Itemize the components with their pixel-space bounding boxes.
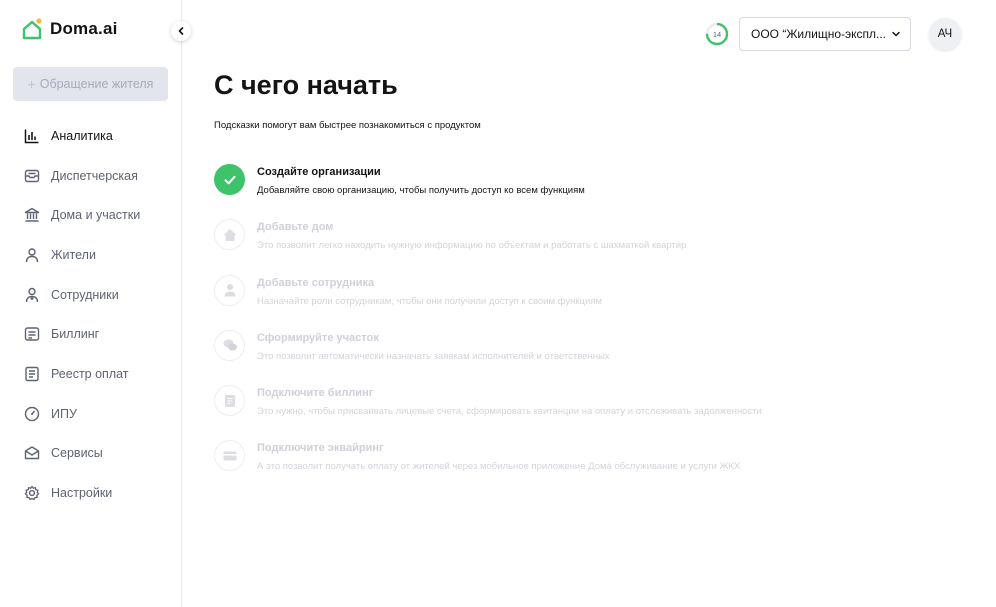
sidebar-item-label: Сервисы: [51, 446, 103, 461]
step-description: Это позволит легко находить нужную инфор…: [257, 240, 687, 252]
step-description: Назначайте роли сотрудникам, чтобы они п…: [257, 295, 602, 307]
inbox-icon: [24, 169, 40, 182]
collapse-sidebar-button[interactable]: [171, 21, 191, 41]
chevron-left-icon: [178, 27, 184, 35]
step-description: А это позволит получать оплату от жителе…: [257, 461, 741, 473]
avatar-initials: АЧ: [937, 28, 953, 40]
step-create-organization[interactable]: Создайте организации Добавляйте свою орг…: [214, 164, 954, 219]
step-title: Добавьте сотрудника: [257, 276, 375, 289]
sidebar-item-residents[interactable]: Жители: [0, 235, 182, 275]
step-add-house[interactable]: Добавьте дом Это позволит легко находить…: [214, 219, 954, 274]
sidebar-item-label: ИПУ: [51, 406, 77, 421]
page-title: С чего начать: [214, 70, 398, 100]
services-box-icon: [24, 446, 40, 460]
chart-bars-icon: [24, 129, 39, 144]
sidebar-item-label: Жители: [51, 247, 96, 262]
person-icon: [224, 284, 235, 297]
sidebar-item-label: Реестр оплат: [51, 366, 129, 381]
gear-icon: [24, 485, 40, 501]
step-title: Подключите биллинг: [257, 387, 374, 400]
meter-gauge-icon: [24, 406, 40, 421]
step-title: Подключите эквайринг: [257, 442, 384, 455]
step-badge: [214, 385, 245, 417]
sidebar-item-label: Биллинг: [51, 327, 100, 342]
sidebar-item-label: Дома и участки: [51, 208, 141, 223]
card-icon: [223, 451, 236, 461]
step-badge: [214, 329, 245, 361]
step-description: Это позволит автоматически назначать зая…: [257, 350, 610, 362]
sidebar-item-label: Настройки: [51, 486, 113, 501]
sidebar-item-services[interactable]: Сервисы: [0, 434, 182, 474]
step-badge: [214, 164, 245, 195]
house-logo-icon: [22, 18, 42, 40]
step-description: Добавляйте свою организацию, чтобы получ…: [257, 185, 585, 196]
step-title: Создайте организации: [257, 166, 381, 178]
avatar[interactable]: АЧ: [929, 18, 961, 50]
sidebar-nav: Аналитика Диспетчерская Дома и участки Ж…: [0, 116, 182, 513]
step-badge: [214, 440, 245, 472]
sidebar-item-label: Диспетчерская: [51, 168, 138, 183]
organization-select[interactable]: ООО “Жилищно-экспл...: [739, 17, 911, 51]
sidebar-item-billing[interactable]: Биллинг: [0, 314, 182, 354]
sidebar-item-meters[interactable]: ИПУ: [0, 394, 182, 434]
chat-bubbles-icon: [223, 339, 237, 351]
step-badge: [214, 219, 245, 251]
new-request-label: Обращение жителя: [39, 77, 154, 91]
check-icon: [224, 175, 235, 184]
step-add-employee[interactable]: Добавьте сотрудника Назначайте роли сотр…: [214, 274, 954, 330]
onboarding-steps: Создайте организации Добавляйте свою орг…: [214, 164, 954, 496]
person-icon: [25, 248, 39, 262]
sidebar: Doma.ai + Обращение жителя Аналитика Дис…: [0, 0, 182, 607]
sidebar-item-employees[interactable]: Сотрудники: [0, 275, 182, 315]
step-badge: [214, 274, 245, 306]
sidebar-item-dispatch[interactable]: Диспетчерская: [0, 156, 182, 196]
step-create-area[interactable]: Сформируйте участок Это позволит автомат…: [214, 329, 954, 385]
step-description: Это нужно, чтобы присваивать лицевые сче…: [257, 406, 762, 418]
document-icon: [224, 394, 235, 407]
onboarding-progress[interactable]: 14: [705, 22, 729, 46]
page-subtitle: Подсказки помогут вам быстрее познакомит…: [214, 120, 481, 131]
employee-icon: [25, 287, 39, 302]
sidebar-item-analytics[interactable]: Аналитика: [0, 116, 182, 156]
house-icon: [223, 228, 236, 241]
sidebar-item-label: Сотрудники: [51, 287, 119, 302]
bank-building-icon: [24, 208, 40, 222]
plus-icon: +: [27, 76, 36, 92]
sidebar-item-label: Аналитика: [51, 128, 113, 143]
payments-registry-icon: [25, 366, 39, 382]
step-title: Добавьте дом: [257, 221, 334, 234]
sidebar-item-payments-registry[interactable]: Реестр оплат: [0, 354, 182, 394]
step-connect-acquiring[interactable]: Подключите эквайринг А это позволит полу…: [214, 440, 954, 495]
logo[interactable]: Doma.ai: [22, 18, 118, 40]
sidebar-item-settings[interactable]: Настройки: [0, 473, 182, 513]
step-connect-billing[interactable]: Подключите биллинг Это нужно, чтобы прис…: [214, 385, 954, 440]
step-title: Сформируйте участок: [257, 331, 379, 344]
sidebar-item-properties[interactable]: Дома и участки: [0, 195, 182, 235]
billing-icon: [24, 327, 40, 341]
chevron-down-icon: [892, 31, 900, 37]
progress-value: 14: [712, 29, 722, 39]
new-resident-request-button[interactable]: + Обращение жителя: [13, 67, 168, 101]
organization-name: ООО “Жилищно-экспл...: [751, 27, 886, 41]
app-name: Doma.ai: [50, 19, 118, 38]
